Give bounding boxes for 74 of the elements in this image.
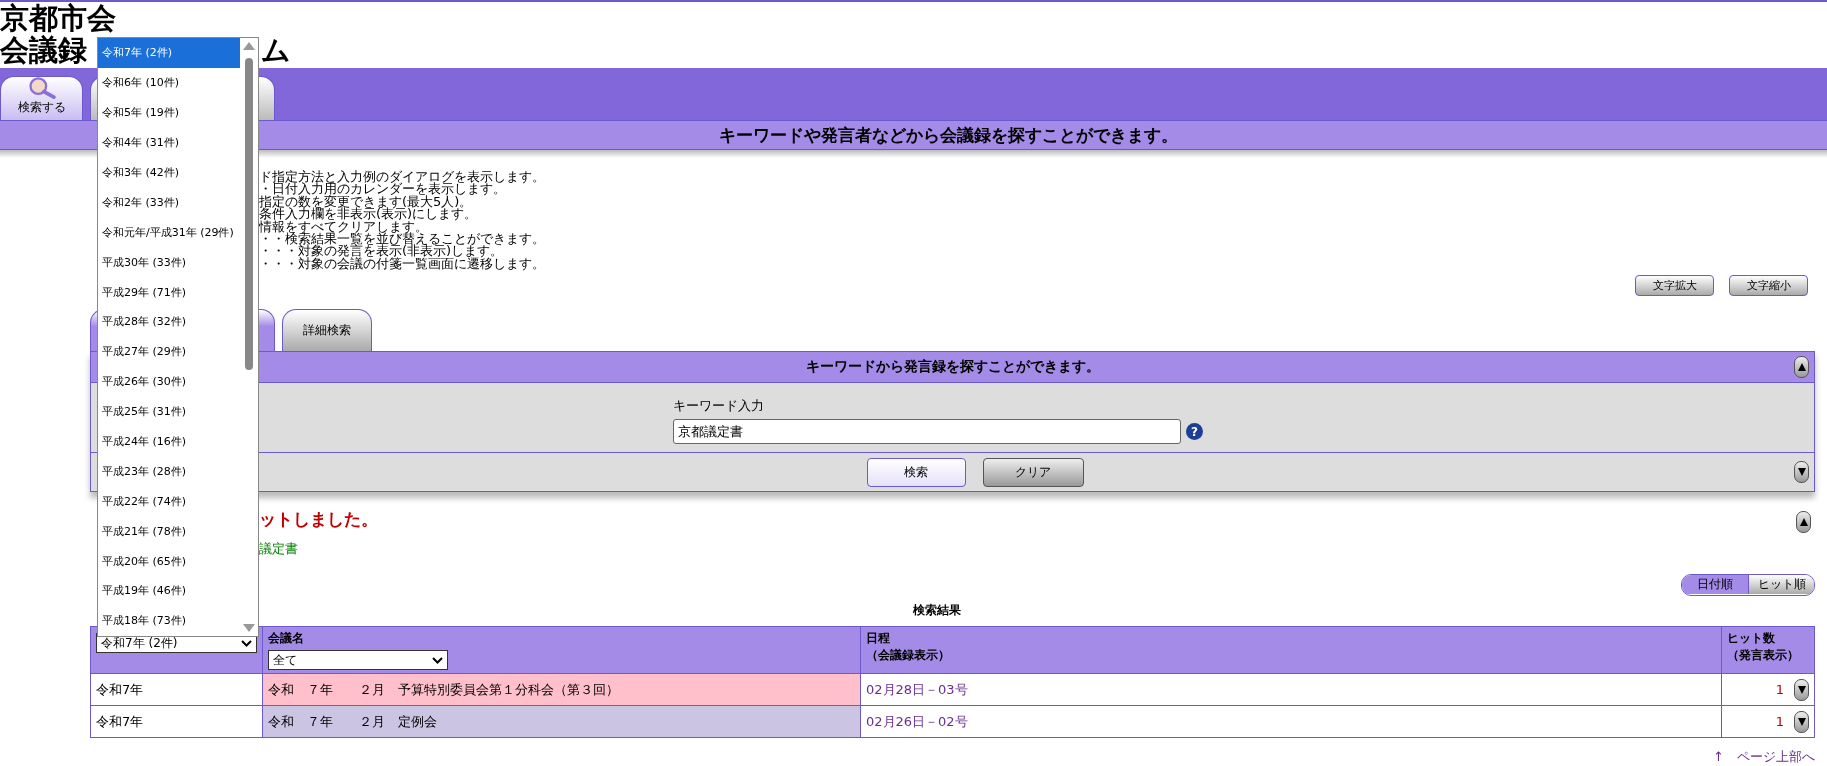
meeting-select[interactable]: 全て xyxy=(268,650,448,670)
dropdown-option[interactable]: 平成23年 (28件) xyxy=(98,456,240,487)
sort-button[interactable]: ヒット順 xyxy=(1748,575,1814,594)
font-size-button[interactable]: 文字拡大 xyxy=(1635,275,1714,296)
table-cell: 令和7年 xyxy=(90,673,263,706)
collapse-button[interactable] xyxy=(1796,511,1811,533)
keyword-field[interactable]: 京都議定書 xyxy=(673,419,1181,444)
result-message: ットしました。 xyxy=(259,508,378,531)
dropdown-option[interactable]: 平成26年 (30件) xyxy=(98,366,240,397)
field-label: キーワード入力 xyxy=(673,397,765,415)
result-keyword: 議定書 xyxy=(259,540,298,558)
banner-text: キーワードや発言者などから会議録を探すことができます。 xyxy=(719,123,1178,147)
help-text: 条件入力欄を非表示(表示)にします。 xyxy=(259,208,479,221)
dropdown-option[interactable]: 令和6年 (10件) xyxy=(98,67,240,98)
schedule-link[interactable]: 02月26日－02号 xyxy=(866,713,968,729)
dropdown-option[interactable]: 平成30年 (33件) xyxy=(98,247,240,278)
help-text: ・・・対象の会議の付箋一覧画面に遷移します。 xyxy=(259,257,546,271)
table-cell: 令和 ７年 ２月 定例会 xyxy=(262,705,861,738)
dropdown-option[interactable]: 平成19年 (46件) xyxy=(98,576,240,606)
search-button[interactable]: 検索 xyxy=(866,457,966,487)
dropdown-option[interactable]: 平成21年 (78件) xyxy=(98,516,240,547)
dropdown-option[interactable]: 平成24年 (16件) xyxy=(98,426,240,457)
dropdown-option[interactable]: 令和7年 (2件) xyxy=(98,38,240,68)
triangle-icon xyxy=(1799,518,1808,526)
caret-icon xyxy=(241,639,252,647)
caret-icon xyxy=(432,656,443,664)
dropdown-option[interactable]: 平成27年 (29件) xyxy=(98,336,240,367)
expand-button[interactable] xyxy=(1794,461,1809,483)
help-text: ・日付入力用のカレンダーを表示します。 xyxy=(259,183,507,196)
site-title: ム xyxy=(261,33,291,67)
dropdown-option[interactable]: 平成22年 (74件) xyxy=(98,486,240,517)
font-size-button[interactable]: 文字縮小 xyxy=(1729,275,1808,296)
table-cell: 令和 ７年 ２月 予算特別委員会第１分科会（第３回） xyxy=(262,673,861,706)
triangle-icon xyxy=(1797,685,1806,694)
column-subtitle: （会議録表示） xyxy=(866,647,951,664)
search-tab[interactable]: 詳細検索 xyxy=(282,309,372,351)
dropdown-option[interactable]: 令和5年 (19件) xyxy=(98,97,240,128)
site-title: 京都市会 xyxy=(0,2,117,34)
column-title: 会議名 xyxy=(268,630,305,647)
table-cell: 令和7年 xyxy=(90,705,263,738)
triangle-icon xyxy=(1797,717,1806,726)
triangle-icon xyxy=(1797,363,1806,371)
dropdown-option[interactable]: 令和2年 (33件) xyxy=(98,187,240,218)
clear-button[interactable]: クリア xyxy=(982,457,1084,487)
hit-count-link[interactable]: 1 xyxy=(1775,714,1784,729)
dropdown-option[interactable]: 平成20年 (65件) xyxy=(98,546,240,577)
column-subtitle: （発言表示） xyxy=(1727,647,1800,664)
schedule-link[interactable]: 02月28日－03号 xyxy=(866,681,968,697)
hit-count-link[interactable]: 1 xyxy=(1775,682,1784,697)
expand-button[interactable] xyxy=(1794,678,1809,701)
panel-title: キーワードから発言録を探すことができます。 xyxy=(805,358,1100,376)
expand-button[interactable] xyxy=(1794,710,1809,733)
site-title: 会議録 xyxy=(0,33,87,67)
triangle-icon xyxy=(1797,468,1806,476)
dropdown-option[interactable]: 令和元年/平成31年 (29件) xyxy=(98,217,240,248)
column-title: 日程 xyxy=(866,630,891,647)
help-icon[interactable]: ? xyxy=(1186,423,1203,440)
page-top-link[interactable]: ↑ ページ上部へ xyxy=(1713,749,1815,764)
help-text: ・・・対象の発言を表示(非表示)します。 xyxy=(259,245,505,258)
nav-tab[interactable]: 検索する xyxy=(0,76,83,120)
dropdown-option[interactable]: 平成28年 (32件) xyxy=(98,307,240,337)
help-text: ド指定方法と入力例のダイアログを表示します。 xyxy=(259,171,546,184)
table-caption: 検索結果 xyxy=(912,602,962,619)
sort-button[interactable]: 日付順 xyxy=(1682,575,1748,594)
dropdown-option[interactable]: 令和3年 (42件) xyxy=(98,157,240,188)
dropdown-option[interactable]: 令和4年 (31件) xyxy=(98,127,240,158)
dropdown-option[interactable]: 平成18年 (73件) xyxy=(98,605,240,636)
scroll-thumb[interactable] xyxy=(245,58,253,370)
scroll-up-icon[interactable] xyxy=(243,42,255,50)
column-title: ヒット数 xyxy=(1727,630,1776,647)
collapse-button[interactable] xyxy=(1794,356,1809,378)
dropdown-option[interactable]: 平成29年 (71件) xyxy=(98,277,240,307)
help-text: 情報をすべてクリアします。 xyxy=(259,220,428,234)
dropdown-option[interactable]: 平成25年 (31件) xyxy=(98,396,240,427)
